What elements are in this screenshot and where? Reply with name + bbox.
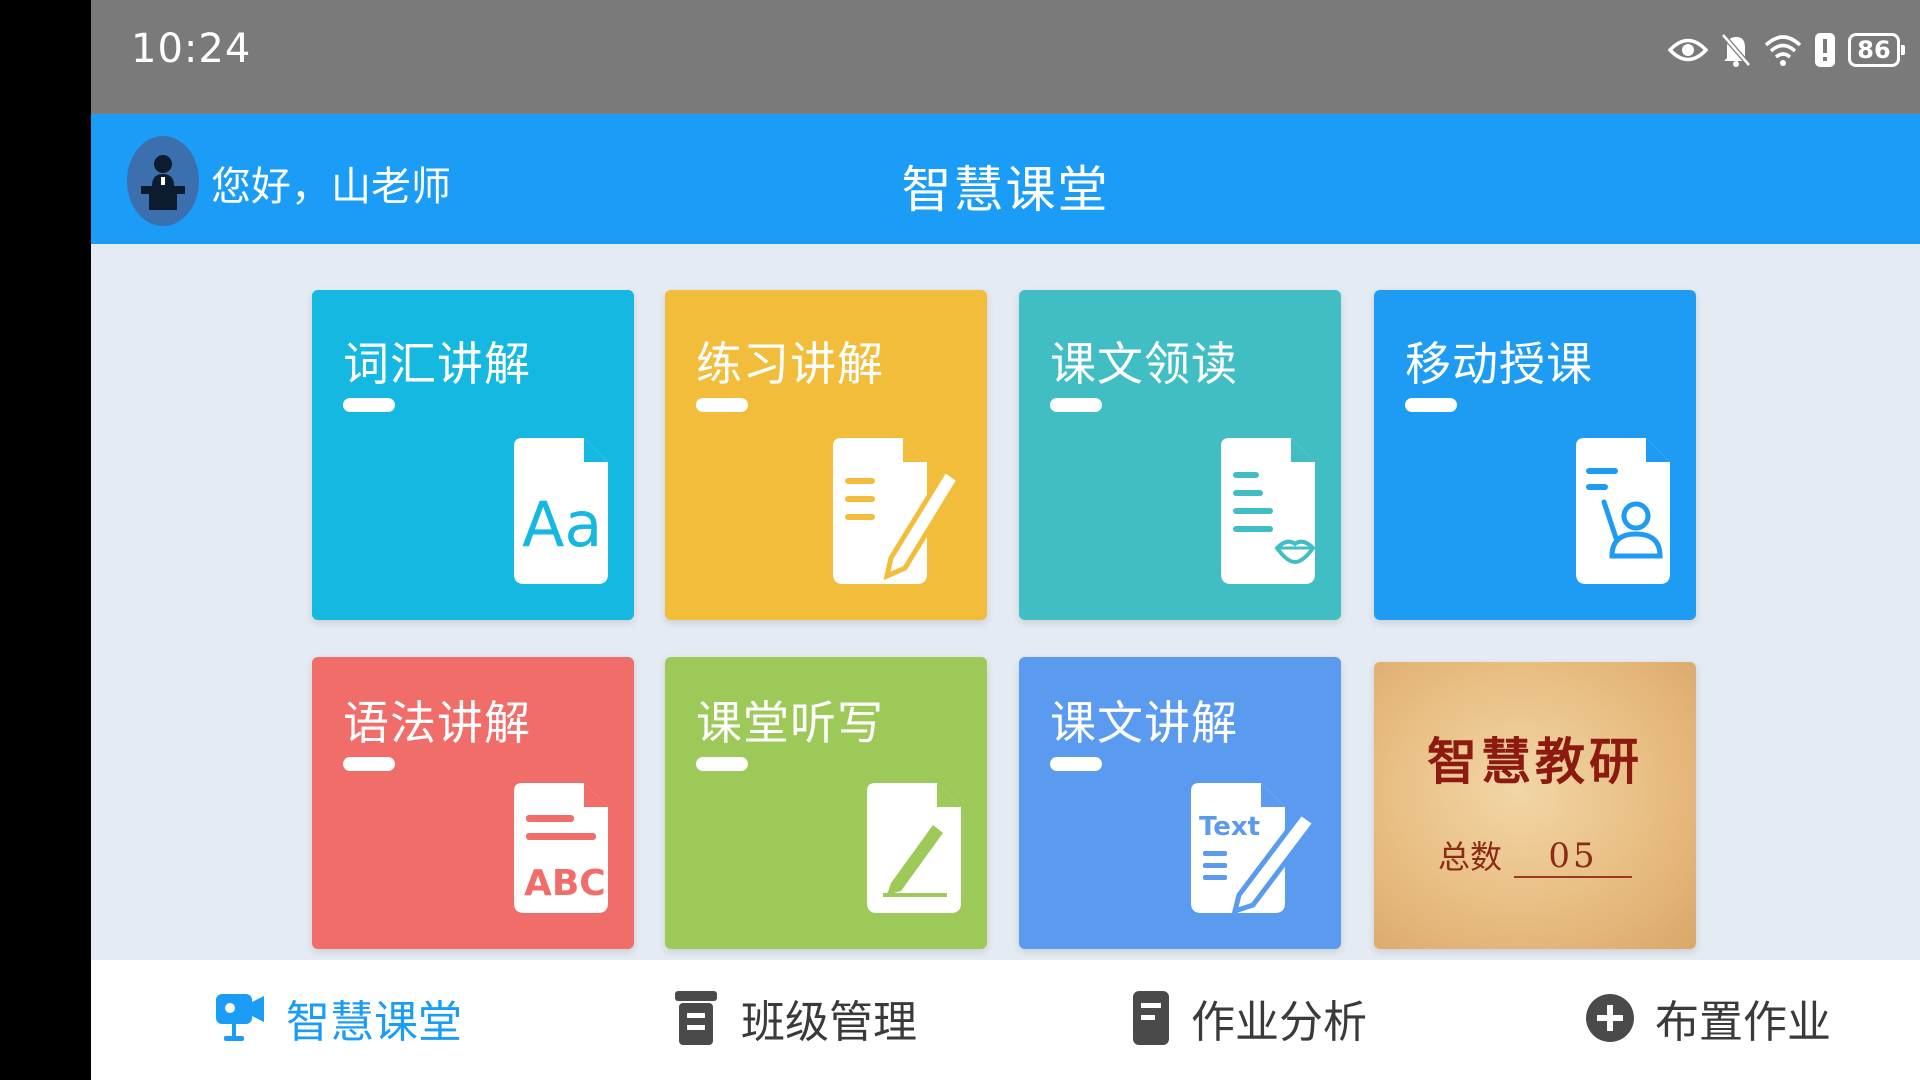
nav-item-homework-analysis[interactable]: 作业分析	[1131, 986, 1367, 1050]
tile-grammar[interactable]: 语法讲解 ABC	[312, 657, 634, 949]
add-homework-icon	[1586, 994, 1634, 1042]
nav-item-class-manage[interactable]: 班级管理	[671, 986, 917, 1050]
tile-label: 课文讲解	[1050, 696, 1238, 750]
alert-icon	[1815, 33, 1835, 67]
tile-dash	[343, 757, 395, 771]
dictation-pen-icon	[867, 783, 961, 913]
nav-item-classroom[interactable]: 智慧课堂	[214, 986, 462, 1050]
tile-text-explain[interactable]: 课文讲解 Text	[1019, 657, 1341, 949]
tile-label: 词汇讲解	[343, 337, 531, 391]
page-title: 智慧课堂	[901, 161, 1110, 219]
status-bar: 10:24 86	[91, 0, 1920, 114]
tile-label: 移动授课	[1405, 337, 1593, 391]
tile-dash	[1050, 757, 1102, 771]
research-count-value: 05	[1514, 836, 1633, 878]
svg-text:Text: Text	[1199, 812, 1260, 842]
wifi-icon	[1764, 35, 1802, 66]
nav-item-assign-homework[interactable]: 布置作业	[1585, 986, 1831, 1050]
app-header: 您好，山老师 智慧课堂	[91, 114, 1920, 244]
vocabulary-aa-icon: Aa	[514, 438, 608, 584]
svg-text:ABC: ABC	[524, 863, 606, 904]
class-manage-icon	[675, 991, 717, 1045]
battery-level: 86	[1857, 36, 1891, 64]
bell-off-icon	[1721, 33, 1751, 67]
battery-icon: 86	[1848, 33, 1905, 67]
nav-label: 智慧课堂	[286, 997, 462, 1048]
tile-dash	[1405, 398, 1457, 412]
research-count-row: 总数 05	[1438, 832, 1633, 878]
nav-label: 布置作业	[1655, 997, 1831, 1048]
classroom-video-icon	[216, 994, 264, 1041]
exercise-edit-icon	[833, 438, 963, 584]
tile-label: 课堂听写	[696, 696, 884, 750]
tile-label: 练习讲解	[696, 337, 884, 391]
tile-dash	[696, 757, 748, 771]
research-title: 智慧教研	[1427, 732, 1643, 791]
tile-dash	[1050, 398, 1102, 412]
grammar-abc-icon: ABC	[514, 783, 608, 913]
tile-dash	[696, 398, 748, 412]
mobile-teaching-icon	[1576, 438, 1670, 584]
reading-lips-icon	[1221, 438, 1316, 584]
status-time: 10:24	[131, 26, 252, 72]
tile-label: 语法讲解	[343, 696, 531, 750]
tile-dash	[343, 398, 395, 412]
research-card[interactable]: 智慧教研 总数 05	[1374, 662, 1696, 949]
status-icons: 86	[1668, 28, 1905, 72]
bottom-nav: 智慧课堂 班级管理 作业分析 布置作业	[91, 960, 1920, 1080]
tile-dictation[interactable]: 课堂听写	[665, 657, 987, 949]
app-screen: 10:24 86 您好，山老师 智慧课堂 词汇讲解 Aa 练习讲解 课文领读 移…	[91, 0, 1920, 1080]
tile-label: 课文领读	[1050, 337, 1238, 391]
research-count-label: 总数	[1438, 838, 1503, 876]
svg-text:Aa: Aa	[522, 488, 602, 561]
text-explain-icon: Text	[1191, 783, 1319, 913]
eye-icon	[1668, 38, 1708, 62]
homework-analysis-icon	[1133, 991, 1169, 1045]
nav-label: 作业分析	[1191, 997, 1367, 1048]
tile-reading[interactable]: 课文领读	[1019, 290, 1341, 620]
tile-vocabulary[interactable]: 词汇讲解 Aa	[312, 290, 634, 620]
tile-exercise[interactable]: 练习讲解	[665, 290, 987, 620]
tile-mobile-teaching[interactable]: 移动授课	[1374, 290, 1696, 620]
nav-label: 班级管理	[741, 997, 917, 1048]
